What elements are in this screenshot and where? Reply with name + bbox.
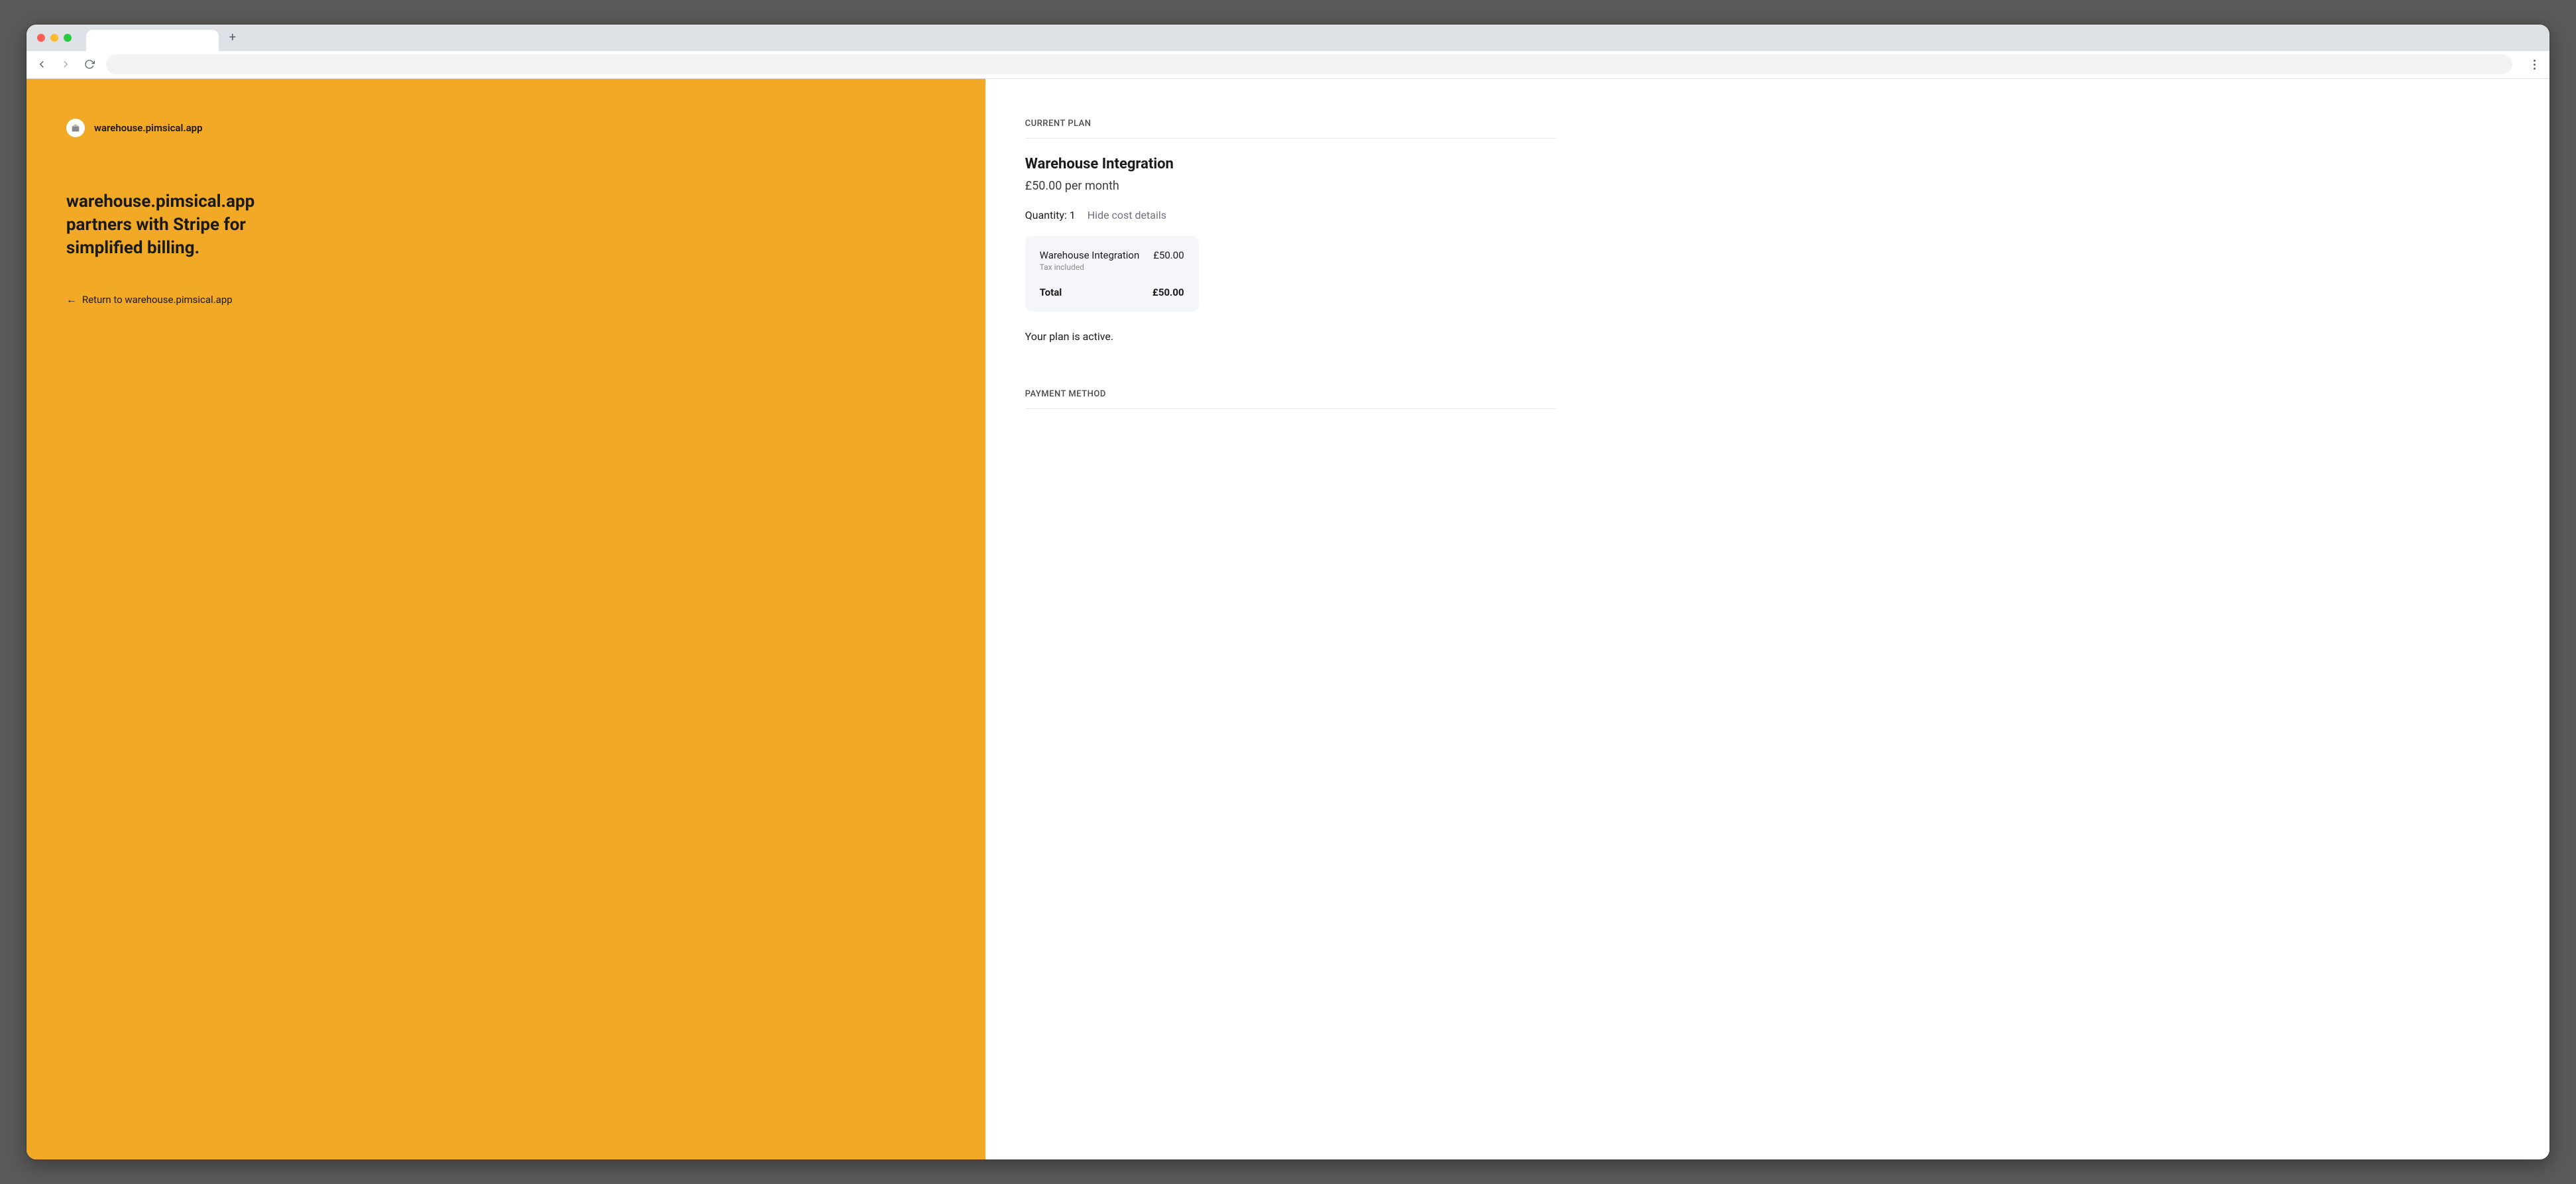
maximize-window-button[interactable] (64, 34, 72, 42)
billing-panel: CURRENT PLAN Warehouse Integration £50.0… (985, 79, 2550, 1160)
minimize-window-button[interactable] (50, 34, 58, 42)
total-row: Total £50.00 (1040, 286, 1184, 298)
close-window-button[interactable] (37, 34, 45, 42)
merchant-header: warehouse.pimsical.app (66, 119, 946, 137)
return-link[interactable]: ← Return to warehouse.pimsical.app (66, 293, 946, 306)
plan-name: Warehouse Integration (1025, 156, 1555, 172)
new-tab-button[interactable]: + (224, 29, 241, 46)
merchant-name: warehouse.pimsical.app (94, 122, 203, 134)
merchant-logo-icon (66, 119, 85, 137)
toolbar (27, 51, 2549, 79)
line-item-price: £50.00 (1153, 249, 1184, 261)
total-label: Total (1040, 286, 1062, 298)
browser-tab[interactable] (86, 30, 219, 51)
merchant-panel: warehouse.pimsical.app warehouse.pimsica… (27, 79, 985, 1160)
tab-strip: + (27, 25, 2549, 51)
page-content: warehouse.pimsical.app warehouse.pimsica… (27, 79, 2549, 1160)
cost-details-box: Warehouse Integration £50.00 Tax include… (1025, 236, 1199, 312)
back-button[interactable] (34, 57, 49, 72)
toggle-cost-details-link[interactable]: Hide cost details (1088, 209, 1166, 221)
quantity-label: Quantity: 1 (1025, 209, 1076, 221)
browser-window: + warehouse.pimsical.app warehouse.pimsi… (26, 24, 2550, 1161)
quantity-row: Quantity: 1 Hide cost details (1025, 209, 1555, 221)
window-controls (37, 34, 72, 42)
payment-method-section-label: PAYMENT METHOD (1025, 389, 1555, 409)
address-bar[interactable] (106, 54, 2512, 74)
total-price: £50.00 (1152, 286, 1184, 298)
current-plan-section-label: CURRENT PLAN (1025, 119, 1555, 139)
browser-menu-button[interactable] (2527, 60, 2542, 70)
line-item-row: Warehouse Integration £50.00 (1040, 249, 1184, 261)
plan-status-text: Your plan is active. (1025, 330, 1555, 343)
forward-button[interactable] (58, 57, 73, 72)
plan-price: £50.00 per month (1025, 179, 1555, 193)
arrow-left-icon: ← (66, 293, 77, 306)
tax-note: Tax included (1040, 263, 1184, 272)
partner-tagline: warehouse.pimsical.app partners with Str… (66, 190, 305, 260)
line-item-name: Warehouse Integration (1040, 249, 1140, 261)
return-link-label: Return to warehouse.pimsical.app (82, 294, 233, 306)
reload-button[interactable] (82, 57, 97, 72)
